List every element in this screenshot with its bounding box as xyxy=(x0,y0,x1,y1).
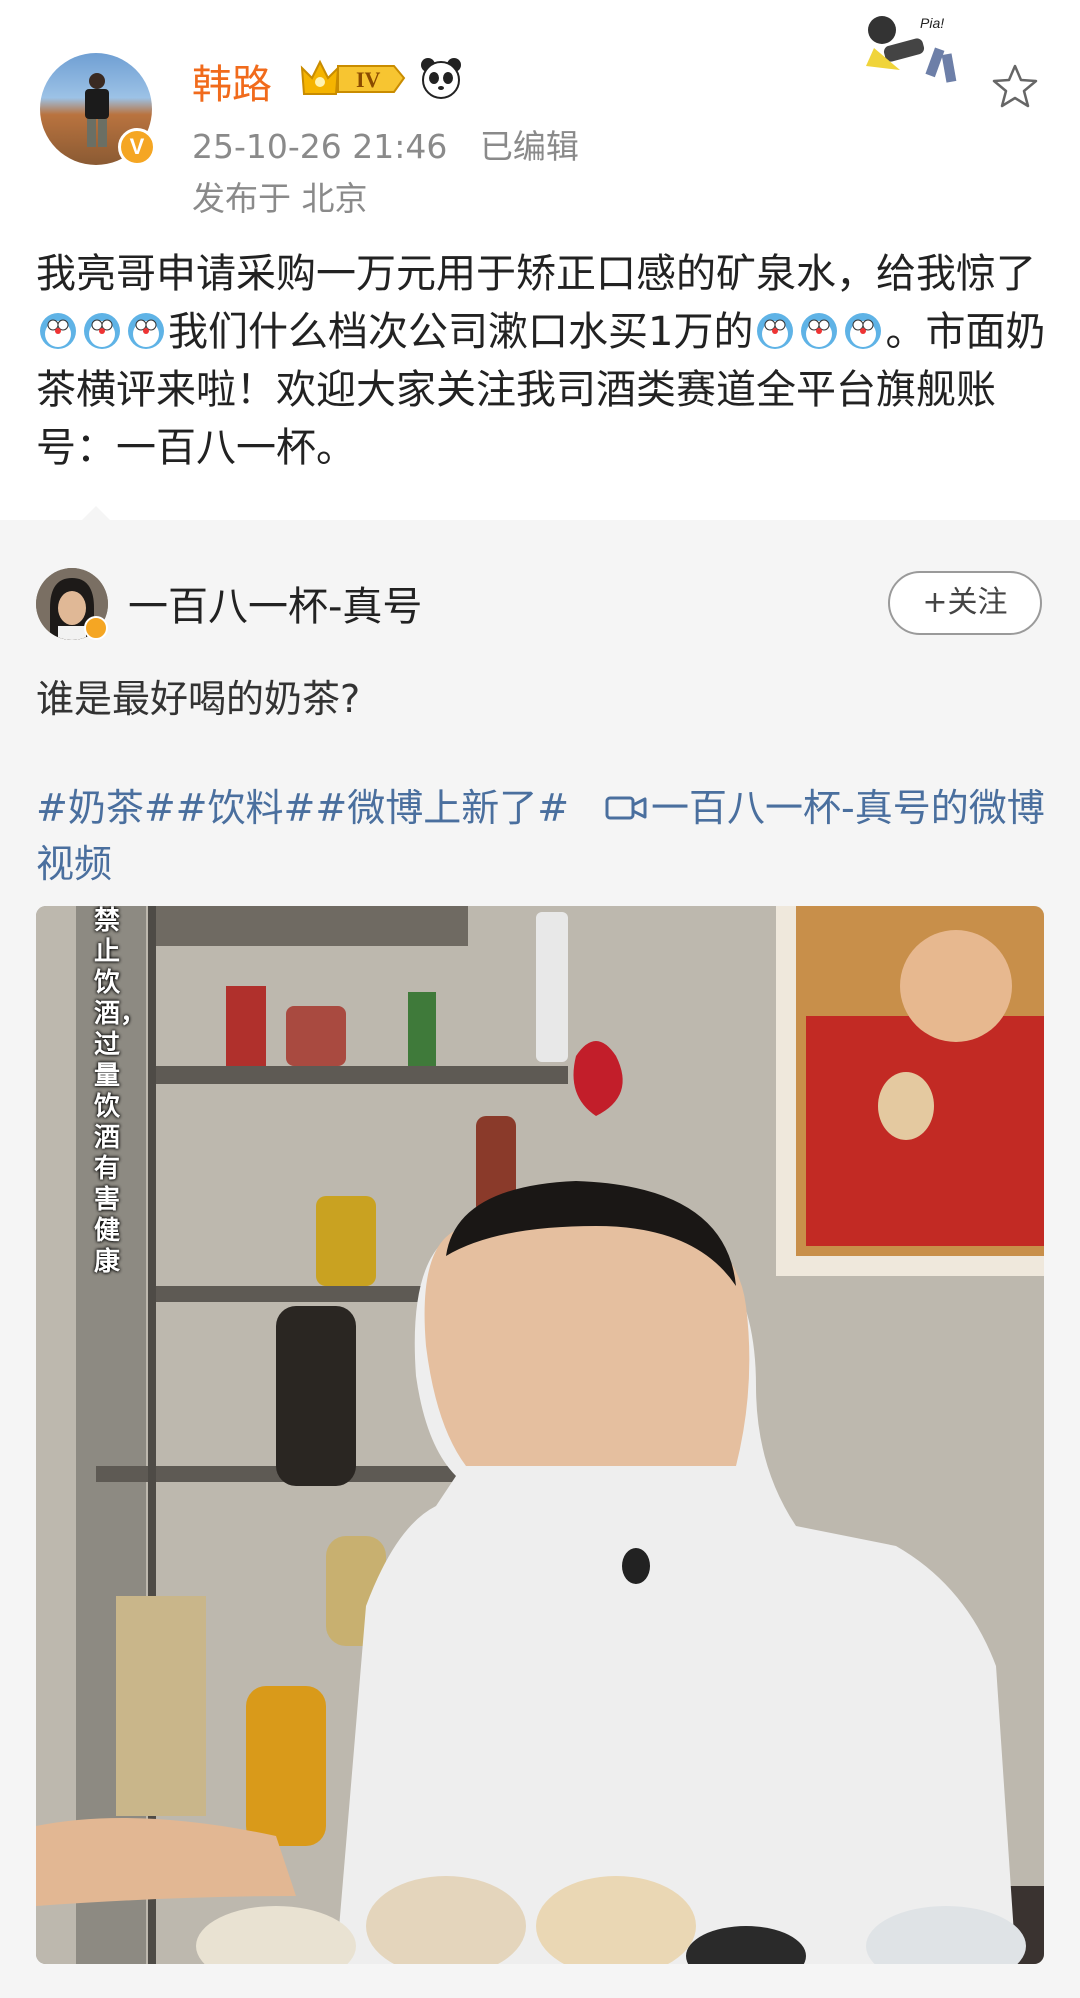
member-level-badge[interactable]: IV xyxy=(298,56,408,100)
original-post: V 韩路 IV 25-10-26 21:46 已编辑 发布于 北京 Pia! 我… xyxy=(0,0,1080,520)
post-text: 我亮哥申请采购一万元用于矫正口感的矿泉水，给我惊了我们什么档次公司漱口水买1万的… xyxy=(36,245,1046,477)
favorite-star-icon[interactable] xyxy=(990,62,1040,112)
sticker-text: Pia! xyxy=(920,15,944,31)
repost-pointer xyxy=(80,506,112,522)
pia-sticker-icon: Pia! xyxy=(866,15,957,83)
doraemon-emoji-icon xyxy=(845,313,882,349)
verified-badge: V xyxy=(118,128,156,166)
panda-icon xyxy=(421,58,461,99)
video-camera-icon xyxy=(605,796,647,820)
doraemon-emoji-icon xyxy=(801,313,838,349)
video-thumbnail[interactable]: 禁止饮酒，过量饮酒有害健康 xyxy=(36,906,1044,1964)
edited-label: 已编辑 xyxy=(479,127,579,166)
post-timestamp: 25-10-26 21:46 xyxy=(192,127,448,166)
video-caption: 禁止饮酒，过量饮酒有害健康 xyxy=(94,906,147,1277)
post-text-part1: 我亮哥申请采购一万元用于矫正口感的矿泉水，给我惊了 xyxy=(36,251,1036,297)
post-meta: 25-10-26 21:46 已编辑 xyxy=(192,120,579,168)
follow-button[interactable]: +关注 xyxy=(888,571,1042,635)
doraemon-emoji-icon xyxy=(40,313,76,349)
username[interactable]: 韩路 xyxy=(192,52,272,110)
doraemon-emoji-icon xyxy=(128,313,164,349)
repost-text: 谁是最好喝的奶茶? xyxy=(36,677,361,721)
post-location: 发布于 北京 xyxy=(192,179,368,218)
repost-verified-badge xyxy=(84,616,108,640)
doraemon-emoji-icon xyxy=(757,313,794,349)
post-text-part2: 我们什么档次公司漱口水买1万的 xyxy=(168,309,754,355)
doraemon-emoji-icon xyxy=(84,313,120,349)
hashtags-link[interactable]: #奶茶##饮料##微博上新了# xyxy=(36,786,569,830)
repost-links: #奶茶##饮料##微博上新了# 一百八一杯-真号的微博视频 xyxy=(36,780,1046,892)
repost-author-name[interactable]: 一百八一杯-真号 xyxy=(128,574,422,632)
level-badge-text: IV xyxy=(356,67,381,92)
